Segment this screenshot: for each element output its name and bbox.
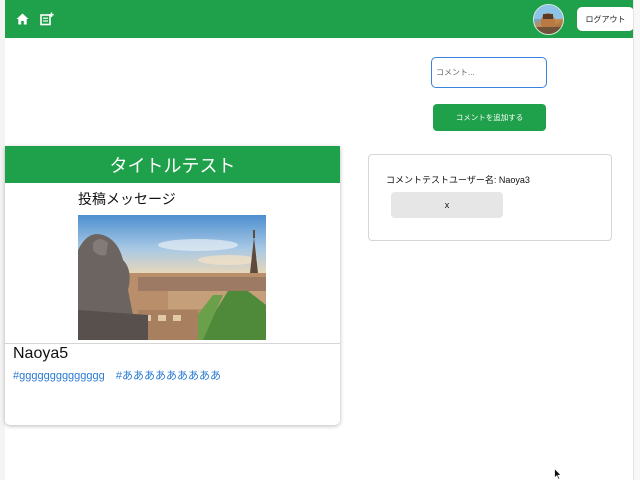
tag-link[interactable]: #あああああああああ	[116, 370, 221, 382]
post-message: 投稿メッセージ	[78, 191, 176, 207]
post-image	[78, 215, 266, 340]
navbar: ログアウト	[5, 0, 634, 38]
post-title: タイトルテスト	[5, 146, 340, 183]
delete-comment-button[interactable]: x	[391, 192, 503, 218]
comment-text: コメントテストユーザー名: Naoya3	[386, 175, 530, 185]
new-post-icon[interactable]	[39, 11, 55, 27]
user-avatar[interactable]	[533, 4, 564, 35]
mouse-pointer-icon	[554, 467, 563, 481]
add-comment-button[interactable]: コメントを追加する	[433, 104, 546, 131]
tag-list: #gggggggggggggg #あああああああああ	[13, 367, 229, 383]
logout-button[interactable]: ログアウト	[577, 7, 634, 31]
post-username: Naoya5	[13, 345, 69, 362]
comment-input[interactable]	[431, 57, 547, 88]
post-card: タイトルテスト 投稿メッセージ Naoya5 #gggggggggggggg #…	[5, 146, 340, 425]
tag-link[interactable]: #gggggggggggggg	[13, 370, 105, 382]
window-right-edge	[633, 0, 640, 480]
comment-card: コメントテストユーザー名: Naoya3 x	[368, 154, 612, 241]
divider	[5, 343, 340, 344]
home-icon[interactable]	[14, 11, 30, 27]
